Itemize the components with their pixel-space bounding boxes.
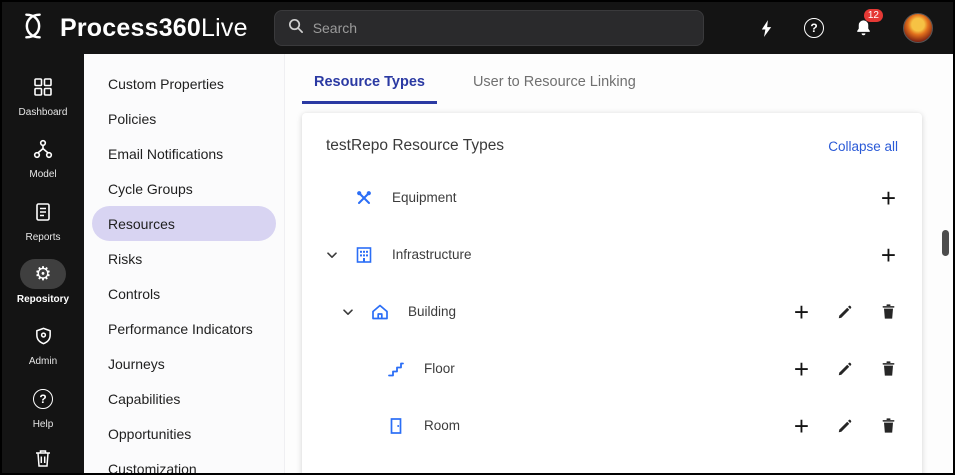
floor-stairs-icon [386, 359, 406, 379]
tree-row-room: Room + [326, 397, 898, 454]
help-circle-icon: ? [19, 384, 67, 414]
subnav-cycle-groups[interactable]: Cycle Groups [92, 171, 276, 206]
sidebar-item-repository[interactable]: ⚙ Repository [2, 251, 84, 313]
infrastructure-icon [354, 245, 374, 265]
main-panel: Resource Types User to Resource Linking … [285, 54, 953, 473]
card-title: testRepo Resource Types [326, 137, 505, 154]
subnav-controls[interactable]: Controls [92, 276, 276, 311]
subnav-customization[interactable]: Customization [92, 451, 276, 474]
delete-trash-icon[interactable] [881, 417, 896, 434]
user-avatar[interactable] [903, 13, 933, 43]
gear-glyph: ⚙ [34, 262, 52, 285]
brand-title-bold: Process360 [60, 13, 202, 42]
dashboard-icon [19, 72, 67, 102]
subnav-performance-indicators[interactable]: Performance Indicators [92, 311, 276, 346]
quick-actions-icon[interactable] [759, 19, 774, 38]
sidebar-item-reports[interactable]: Reports [2, 189, 84, 251]
sidebar-item-help[interactable]: ? Help [2, 376, 84, 438]
top-bar: Process360Live ? 12 [2, 2, 953, 54]
search-input[interactable] [312, 20, 691, 36]
brand-title-light: Live [201, 13, 248, 42]
subnav-capabilities[interactable]: Capabilities [92, 381, 276, 416]
add-resource-type-button[interactable]: + [794, 356, 809, 382]
tab-resource-types[interactable]: Resource Types [302, 66, 437, 104]
room-door-icon [386, 416, 406, 436]
sidebar-item-admin[interactable]: Admin [2, 313, 84, 375]
topbar-actions: ? 12 [759, 9, 939, 43]
collapse-all-link[interactable]: Collapse all [828, 139, 898, 154]
subnav-email-notifications[interactable]: Email Notifications [92, 136, 276, 171]
tree-row-infrastructure: Infrastructure + [326, 226, 898, 283]
subnav-policies[interactable]: Policies [92, 101, 276, 136]
notifications-bell-icon[interactable]: 12 [854, 9, 883, 38]
row-actions: + [794, 413, 898, 439]
delete-trash-icon[interactable] [881, 303, 896, 320]
help-icon[interactable]: ? [804, 18, 824, 38]
equipment-icon [354, 188, 374, 208]
row-actions: + [881, 185, 898, 211]
app-window: Process360Live ? 12 [0, 0, 955, 475]
chevron-down-icon[interactable] [326, 249, 354, 261]
sidebar-trash-icon[interactable] [34, 448, 52, 473]
tree-node-label: Room [424, 418, 461, 433]
add-resource-type-button[interactable]: + [794, 413, 809, 439]
subnav-risks[interactable]: Risks [92, 241, 276, 276]
sidebar-item-label: Help [32, 418, 54, 430]
primary-sidebar: Dashboard Model Reports ⚙ Repository Adm… [2, 54, 84, 473]
edit-pencil-icon[interactable] [837, 304, 853, 320]
chevron-down-icon[interactable] [342, 306, 370, 318]
subnav-journeys[interactable]: Journeys [92, 346, 276, 381]
app-logo-icon [16, 9, 50, 48]
sidebar-item-label: Model [29, 169, 57, 181]
brand-title: Process360Live [60, 14, 248, 43]
row-actions: + [794, 299, 898, 325]
subnav-resources[interactable]: Resources [92, 206, 276, 241]
tree-node-label: Infrastructure [392, 247, 472, 262]
admin-shield-icon [20, 321, 67, 351]
add-resource-type-button[interactable]: + [881, 185, 896, 211]
tree-node-label: Floor [424, 361, 455, 376]
content-area: Dashboard Model Reports ⚙ Repository Adm… [2, 54, 953, 473]
tab-user-resource-linking[interactable]: User to Resource Linking [461, 66, 648, 104]
notification-count-badge: 12 [863, 9, 883, 22]
sidebar-item-label: Admin [28, 356, 58, 368]
add-resource-type-button[interactable]: + [881, 242, 896, 268]
search-bar[interactable] [273, 10, 704, 46]
tab-bar: Resource Types User to Resource Linking [302, 66, 925, 104]
sidebar-item-label: Repository [16, 294, 70, 306]
tree-row-floor: Floor + [326, 340, 898, 397]
reports-icon [19, 197, 67, 227]
building-house-icon [370, 302, 390, 322]
sidebar-item-label: Reports [25, 231, 61, 243]
row-actions: + [794, 356, 898, 382]
vertical-scrollbar-thumb[interactable] [942, 230, 949, 256]
tree-node-label: Equipment [392, 190, 457, 205]
brand: Process360Live [16, 9, 248, 48]
tree-node-label: Building [408, 304, 457, 319]
search-icon [287, 17, 304, 39]
tree-row-building: Building + [326, 283, 898, 340]
model-icon [19, 134, 67, 164]
question-glyph: ? [33, 388, 53, 409]
sidebar-item-dashboard[interactable]: Dashboard [2, 64, 84, 126]
card-header: testRepo Resource Types Collapse all [326, 137, 898, 155]
secondary-sidebar: Custom Properties Policies Email Notific… [84, 54, 285, 473]
add-resource-type-button[interactable]: + [794, 299, 809, 325]
edit-pencil-icon[interactable] [837, 418, 853, 434]
sidebar-item-label: Dashboard [18, 107, 68, 119]
edit-pencil-icon[interactable] [837, 361, 853, 377]
repository-gear-icon: ⚙ [20, 259, 66, 290]
subnav-custom-properties[interactable]: Custom Properties [92, 66, 276, 101]
resource-types-card: testRepo Resource Types Collapse all Equ… [302, 113, 922, 473]
sidebar-item-model[interactable]: Model [2, 126, 84, 188]
tree-row-equipment: Equipment + [326, 169, 898, 226]
delete-trash-icon[interactable] [881, 360, 896, 377]
row-actions: + [881, 242, 898, 268]
subnav-opportunities[interactable]: Opportunities [92, 416, 276, 451]
